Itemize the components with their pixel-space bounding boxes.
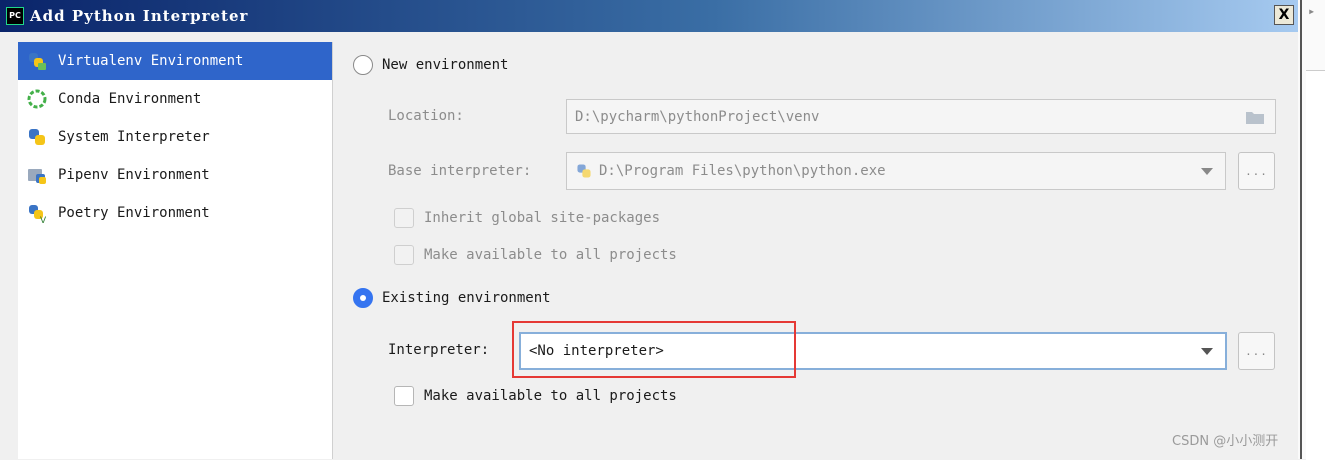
existing-make-available-label: Make available to all projects [424,388,677,404]
sidebar-item-label: Pipenv Environment [58,167,210,183]
inherit-site-packages-checkbox[interactable] [394,208,414,228]
new-make-available-checkbox[interactable] [394,245,414,265]
existing-make-available-checkbox[interactable] [394,386,414,406]
background-panel [1306,70,1325,460]
location-field[interactable]: D:\pycharm\pythonProject\venv [566,99,1276,134]
base-interpreter-label: Base interpreter: [388,163,532,179]
location-value: D:\pycharm\pythonProject\venv [575,108,820,125]
base-interpreter-select[interactable]: D:\Program Files\python\python.exe [566,152,1226,190]
window-title: Add Python Interpreter [30,7,249,25]
new-environment-radio[interactable] [353,55,373,75]
folder-icon[interactable] [1245,109,1265,129]
poetry-icon: V [26,202,48,224]
chevron-down-icon [1201,348,1213,355]
virtualenv-icon [26,50,48,72]
pycharm-app-icon: PC [6,7,24,25]
close-button[interactable]: X [1274,5,1294,25]
new-make-available-label: Make available to all projects [424,247,677,263]
new-make-available-option[interactable]: Make available to all projects [394,245,677,265]
new-environment-option[interactable]: New environment [353,55,508,75]
existing-make-available-option[interactable]: Make available to all projects [394,386,677,406]
environment-type-list: Virtualenv Environment Conda Environment… [18,42,333,459]
new-environment-label: New environment [382,57,509,73]
scroll-arrow-icon: ▸ [1308,4,1316,18]
existing-environment-option[interactable]: Existing environment [353,288,551,308]
existing-environment-radio[interactable] [353,288,373,308]
watermark: CSDN @小小测开 [1172,434,1279,449]
interpreter-value: <No interpreter> [529,343,664,359]
interpreter-browse-button[interactable]: ... [1238,332,1275,370]
environment-settings-panel: New environment Location: D:\pycharm\pyt… [333,42,1298,459]
title-bar: PC Add Python Interpreter X [0,0,1298,32]
inherit-site-packages-option[interactable]: Inherit global site-packages [394,208,660,228]
inherit-site-packages-label: Inherit global site-packages [424,210,661,226]
base-interpreter-value: D:\Program Files\python\python.exe [599,163,886,179]
base-interpreter-browse-button[interactable]: ... [1238,152,1275,190]
sidebar-item-label: Virtualenv Environment [58,53,244,69]
interpreter-label: Interpreter: [388,342,490,358]
sidebar-item-label: Conda Environment [58,91,202,107]
sidebar-item-label: Poetry Environment [58,205,210,221]
python-icon [26,126,48,148]
sidebar-item-system[interactable]: System Interpreter [18,118,332,156]
sidebar-item-conda[interactable]: Conda Environment [18,80,332,118]
location-label: Location: [388,108,464,124]
chevron-down-icon [1201,168,1213,175]
conda-icon [26,88,48,110]
pipenv-icon [26,164,48,186]
window-border [1300,0,1302,459]
python-icon [575,162,593,180]
sidebar-item-label: System Interpreter [58,129,210,145]
background-window: ▸ [1298,0,1325,460]
sidebar-item-virtualenv[interactable]: Virtualenv Environment [18,42,332,80]
svg-text:V: V [40,216,47,224]
interpreter-select[interactable]: <No interpreter> [519,332,1227,370]
sidebar-item-pipenv[interactable]: Pipenv Environment [18,156,332,194]
existing-environment-label: Existing environment [382,290,551,306]
sidebar-item-poetry[interactable]: V Poetry Environment [18,194,332,232]
